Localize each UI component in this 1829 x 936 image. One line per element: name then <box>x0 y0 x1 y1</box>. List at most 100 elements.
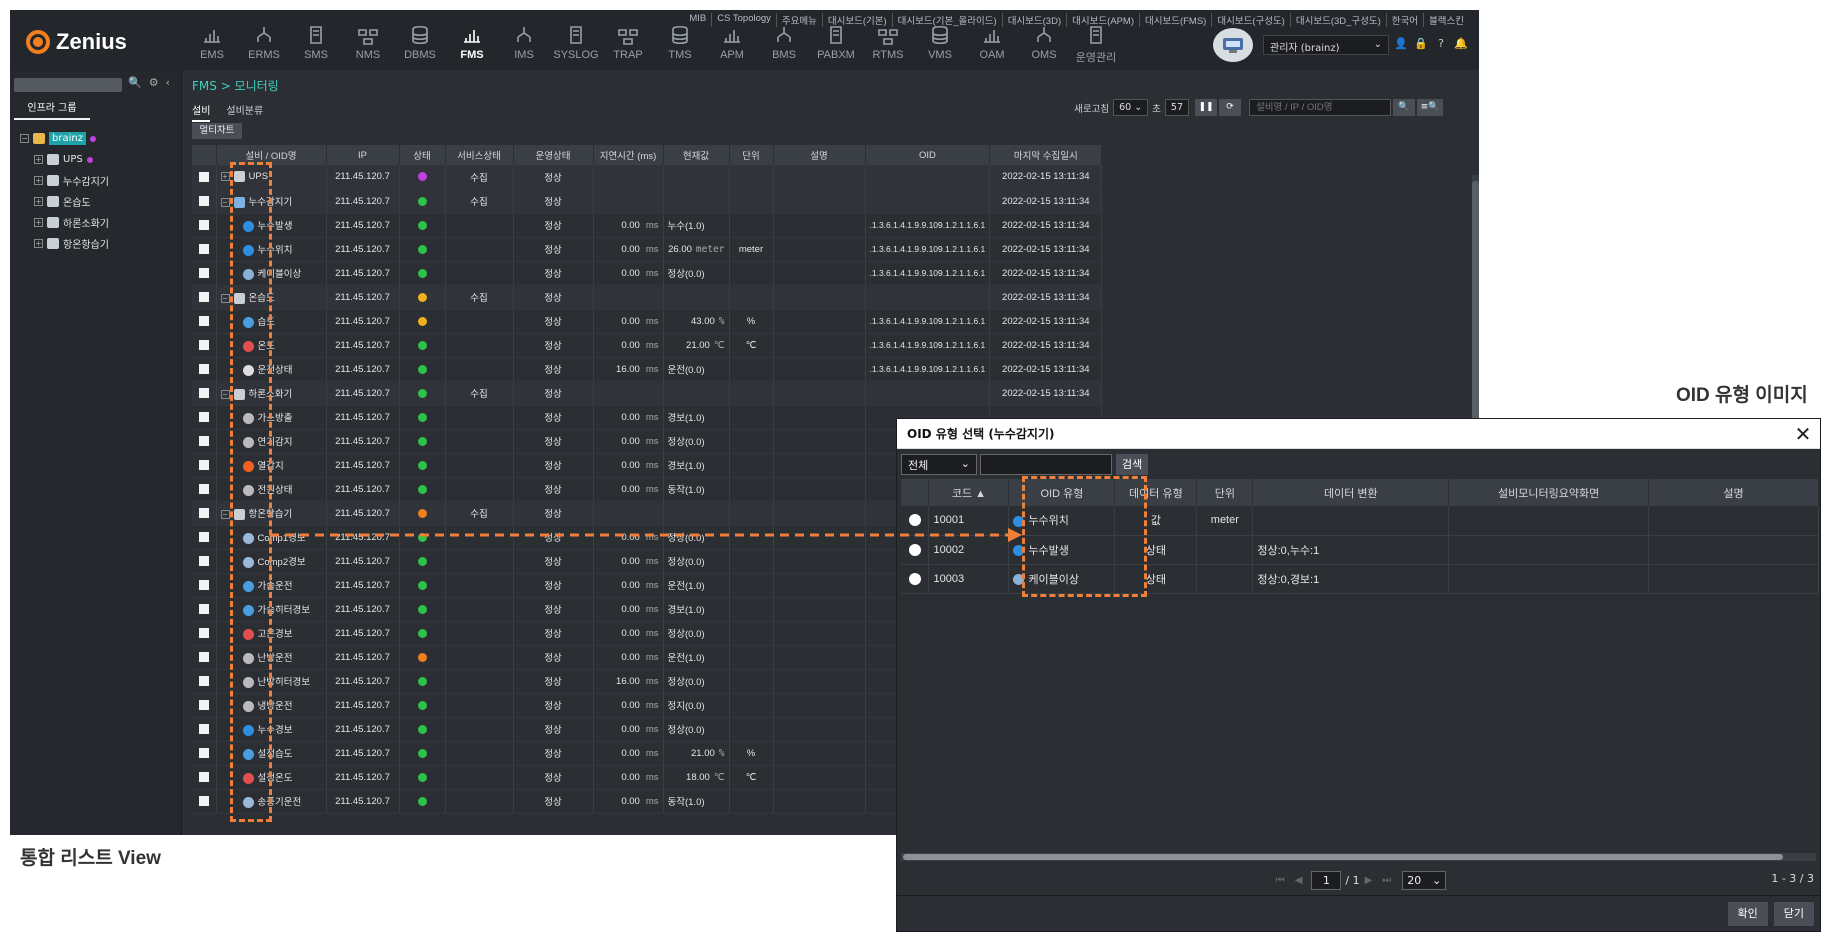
module-17[interactable]: 운영관리 <box>1070 24 1122 70</box>
row-radio[interactable] <box>908 543 921 556</box>
equipment-search-input[interactable] <box>1249 99 1391 116</box>
row-checkbox[interactable] <box>198 460 209 470</box>
user-select[interactable]: 관리자 (brainz) ⌄ <box>1263 35 1389 55</box>
row-checkbox[interactable] <box>198 292 209 302</box>
expand-icon[interactable]: + <box>220 172 230 182</box>
advanced-search-button[interactable]: ≡🔍 <box>1417 99 1443 116</box>
row-checkbox[interactable] <box>198 484 209 494</box>
expand-icon[interactable]: + <box>34 176 43 185</box>
row-checkbox[interactable] <box>198 532 209 542</box>
column-header[interactable]: 지연시간 (ms) <box>593 145 664 165</box>
column-header[interactable]: 마지막 수집일시 <box>989 145 1103 165</box>
expand-icon[interactable]: + <box>34 218 43 227</box>
module-8[interactable]: TRAP <box>602 24 654 70</box>
table-row[interactable]: 온도 211.45.120.7 정상 0.00 ms 21.00 ℃ ℃ .1.3.6.1.4.… <box>192 333 1103 358</box>
row-checkbox[interactable] <box>198 748 209 758</box>
table-row[interactable]: + UPS 211.45.120.7 수집 정상 2022-02-15 13:11:34 <box>192 165 1103 190</box>
top-link[interactable]: 주요메뉴 <box>777 13 823 27</box>
row-checkbox[interactable] <box>198 388 209 398</box>
top-link[interactable]: CS Topology <box>712 13 777 27</box>
tab-1[interactable]: 설비분류 <box>226 102 263 122</box>
top-link[interactable]: 대시보드(3D_구성도) <box>1291 13 1387 27</box>
table-row[interactable]: 케이블이상 211.45.120.7 정상 0.00 ms 정상(0.0) .1.3.6.1… <box>192 261 1103 286</box>
bell-icon[interactable]: 🔔 <box>1453 37 1469 53</box>
row-checkbox[interactable] <box>198 604 209 614</box>
expand-icon[interactable]: + <box>34 197 43 206</box>
prev-page-icon[interactable]: ◀ <box>1295 875 1303 886</box>
expand-icon[interactable]: − <box>20 134 29 143</box>
top-link[interactable]: 대시보드(APM) <box>1067 13 1140 27</box>
module-6[interactable]: IMS <box>498 24 550 70</box>
top-link[interactable]: 한국어 <box>1387 13 1425 27</box>
row-checkbox[interactable] <box>198 412 209 422</box>
module-16[interactable]: OMS <box>1018 24 1070 70</box>
close-icon[interactable]: ✕ <box>1792 422 1814 446</box>
row-checkbox[interactable] <box>198 580 209 590</box>
module-1[interactable]: ERMS <box>238 24 290 70</box>
row-checkbox[interactable] <box>198 508 209 518</box>
expand-icon[interactable]: − <box>220 389 230 399</box>
tree-node[interactable]: + 온습도 <box>20 191 109 212</box>
dialog-column-header[interactable]: 설비모니터링요약화면 <box>1448 479 1650 506</box>
user-icon[interactable]: 👤 <box>1393 37 1409 53</box>
dialog-column-header[interactable]: 단위 <box>1196 479 1254 506</box>
expand-icon[interactable]: + <box>34 239 43 248</box>
refresh-button[interactable]: ⟳ <box>1219 99 1241 116</box>
table-row[interactable]: 습도 211.45.120.7 정상 0.00 ms 43.00%% .1.3.6.1.4.… <box>192 309 1103 334</box>
row-checkbox[interactable] <box>198 316 209 326</box>
module-9[interactable]: TMS <box>654 24 706 70</box>
module-7[interactable]: SYSLOG <box>550 24 602 70</box>
module-0[interactable]: EMS <box>186 24 238 70</box>
row-checkbox[interactable] <box>198 772 209 782</box>
table-row[interactable]: 운전상태 211.45.120.7 정상 16.00 ms 운전(0.0) .1.3.6.1… <box>192 357 1103 382</box>
module-13[interactable]: RTMS <box>862 24 914 70</box>
row-checkbox[interactable] <box>198 556 209 566</box>
gear-icon[interactable]: ⚙ <box>149 76 159 89</box>
expand-icon[interactable]: + <box>34 155 43 164</box>
top-link[interactable]: 대시보드(FMS) <box>1140 13 1213 27</box>
top-link[interactable]: 대시보드(기본) <box>823 13 893 27</box>
column-header[interactable]: 운영상태 <box>513 145 594 165</box>
top-link[interactable]: MIB <box>684 13 713 27</box>
dialog-search-button[interactable]: 검색 <box>1116 453 1149 475</box>
row-checkbox[interactable] <box>198 796 209 806</box>
collapse-chevron-icon[interactable]: ‹ <box>166 76 170 89</box>
column-header[interactable]: 서비스상태 <box>445 145 514 165</box>
tree-search-input[interactable] <box>14 78 122 92</box>
table-row[interactable]: − 하론소화기 211.45.120.7 수집 정상 2022-02-15 13:11:3… <box>192 381 1103 406</box>
module-4[interactable]: DBMS <box>394 24 446 70</box>
row-checkbox[interactable] <box>198 628 209 638</box>
tree-node[interactable]: + 항온항습기 <box>20 233 109 254</box>
table-row[interactable]: − 온습도 211.45.120.7 수집 정상 2022-02-15 13:11:34 <box>192 285 1103 310</box>
row-checkbox[interactable] <box>198 700 209 710</box>
expand-icon[interactable]: − <box>220 197 230 207</box>
scrollbar-thumb[interactable] <box>903 854 1783 860</box>
module-11[interactable]: BMS <box>758 24 810 70</box>
avatar[interactable] <box>1213 28 1253 62</box>
dialog-column-header[interactable]: 설명 <box>1648 479 1819 506</box>
expand-icon[interactable]: − <box>220 509 230 519</box>
row-checkbox[interactable] <box>198 220 209 230</box>
module-12[interactable]: PABXM <box>810 24 862 70</box>
row-checkbox[interactable] <box>198 652 209 662</box>
row-checkbox[interactable] <box>198 436 209 446</box>
first-page-icon[interactable]: ⏮ <box>1276 875 1285 886</box>
column-header[interactable]: 설명 <box>773 145 866 165</box>
last-page-icon[interactable]: ⏭ <box>1382 875 1391 886</box>
row-checkbox[interactable] <box>198 364 209 374</box>
module-3[interactable]: NMS <box>342 24 394 70</box>
search-icon[interactable]: 🔍 <box>128 76 142 89</box>
zenius-logo[interactable]: Zenius <box>26 29 127 55</box>
row-checkbox[interactable] <box>198 268 209 278</box>
tab-0[interactable]: 설비 <box>192 102 211 122</box>
module-5[interactable]: FMS <box>446 24 498 70</box>
expand-icon[interactable]: − <box>220 293 230 303</box>
top-link[interactable]: 블랙스킨 <box>1424 13 1469 27</box>
tree-node[interactable]: + 누수감지기 <box>20 170 109 191</box>
tree-node[interactable]: + 하론소화기 <box>20 212 109 233</box>
row-checkbox[interactable] <box>198 171 209 182</box>
module-10[interactable]: APM <box>706 24 758 70</box>
table-row[interactable]: 누수발생 211.45.120.7 정상 0.00 ms 누수(1.0) .1.3.6.1.… <box>192 213 1103 238</box>
module-14[interactable]: VMS <box>914 24 966 70</box>
column-header[interactable]: 단위 <box>729 145 774 165</box>
